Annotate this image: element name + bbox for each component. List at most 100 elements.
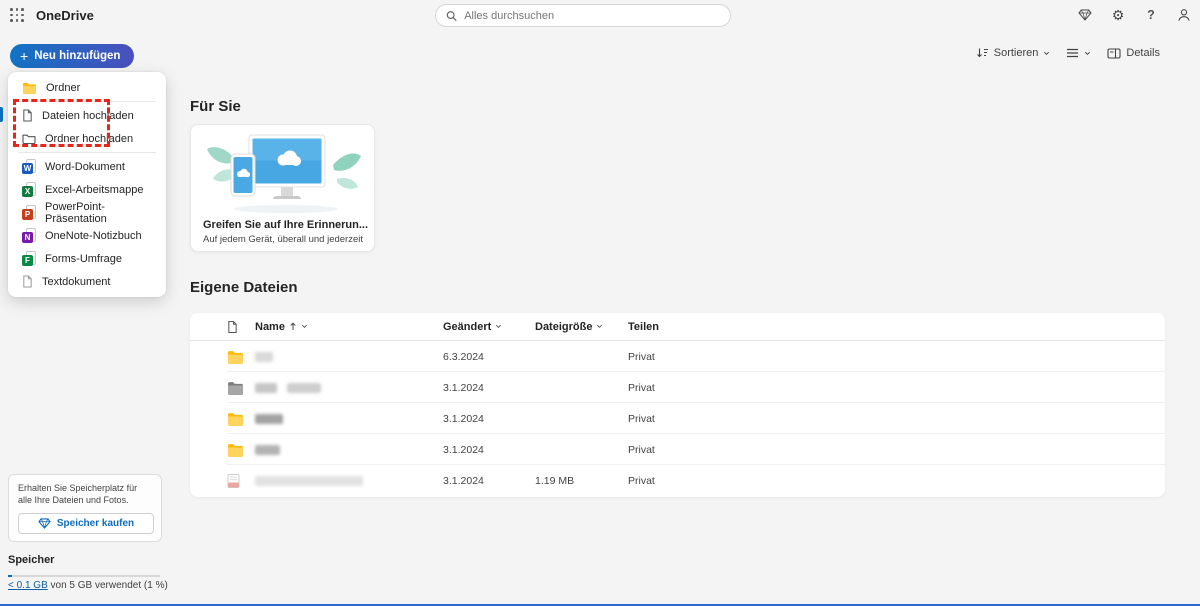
menu-item-word-document[interactable]: W Word-Dokument [8, 155, 166, 178]
column-header-share[interactable]: Teilen [628, 321, 659, 333]
share-status: Privat [628, 412, 655, 425]
menu-item-onenote-notebook[interactable]: N OneNote-Notizbuch [8, 224, 166, 247]
sort-label: Sortieren [993, 47, 1039, 59]
modified-date: 3.1.2024 [443, 443, 484, 456]
file-row[interactable]: 6.3.2024 Privat [190, 341, 1165, 372]
menu-item-text-document[interactable]: Textdokument [8, 270, 166, 293]
sort-icon [976, 48, 988, 58]
column-header-modified[interactable]: Geändert [443, 321, 502, 333]
modified-date: 3.1.2024 [443, 381, 484, 394]
column-header-size[interactable]: Dateigröße [535, 321, 603, 333]
share-status: Privat [628, 475, 655, 487]
help-icon[interactable]: ? [1143, 7, 1159, 23]
powerpoint-icon: P [22, 205, 36, 220]
menu-item-upload-folder[interactable]: Ordner hochladen [8, 127, 166, 150]
share-status: Privat [628, 381, 655, 394]
menu-item-folder[interactable]: Ordner [8, 76, 166, 99]
menu-item-label: Ordner hochladen [45, 132, 134, 145]
list-view-icon [1067, 48, 1079, 58]
folder-upload-icon [22, 134, 36, 144]
app-launcher-icon[interactable] [10, 8, 24, 22]
redacted-file-name [255, 382, 321, 393]
search-input[interactable] [464, 9, 720, 22]
menu-item-label: Excel-Arbeitsmappe [45, 183, 144, 196]
storage-promo-card: Erhalten Sie Speicherplatz für alle Ihre… [8, 474, 162, 542]
storage-progress-bar [8, 575, 160, 577]
menu-item-powerpoint-presentation[interactable]: P PowerPoint-Präsentation [8, 200, 166, 225]
account-icon[interactable] [1176, 7, 1192, 23]
menu-item-label: OneNote-Notizbuch [45, 229, 142, 242]
settings-gear-icon[interactable]: ⚙ [1110, 7, 1126, 23]
menu-item-label: Textdokument [42, 275, 111, 288]
add-new-dropdown-menu: Ordner Dateien hochladen Ordner hochlade… [8, 72, 166, 297]
excel-icon: X [22, 182, 36, 197]
storage-usage-text: < 0.1 GB von 5 GB verwendet (1 %) [8, 580, 168, 591]
chevron-down-icon [301, 324, 307, 329]
files-table-header: Name Geändert Dateigröße Teilen [190, 313, 1165, 341]
sort-button[interactable]: Sortieren [976, 47, 1051, 59]
folder-icon [227, 443, 244, 457]
search-box[interactable] [435, 4, 731, 27]
premium-diamond-icon[interactable] [1077, 7, 1093, 23]
sort-ascending-icon [290, 322, 296, 330]
text-document-icon [23, 275, 32, 288]
folder-icon [227, 381, 244, 395]
onenote-icon: N [22, 228, 36, 243]
app-title: OneDrive [36, 8, 94, 23]
modified-date: 3.1.2024 [443, 412, 484, 425]
chevron-down-icon [597, 324, 603, 329]
storage-usage-link[interactable]: < 0.1 GB [8, 580, 48, 591]
menu-item-label: Forms-Umfrage [45, 252, 123, 265]
devices-cloud-illustration [207, 134, 361, 213]
menu-item-label: Word-Dokument [45, 160, 125, 173]
buy-storage-button[interactable]: Speicher kaufen [18, 513, 154, 535]
premium-diamond-icon [38, 518, 51, 530]
chevron-down-icon [496, 324, 502, 329]
folder-icon [227, 350, 244, 364]
word-icon: W [22, 159, 36, 174]
menu-item-label: Ordner [46, 81, 81, 94]
memories-card[interactable]: Greifen Sie auf Ihre Erinnerun... Auf je… [190, 124, 375, 252]
file-row[interactable]: 3.1.2024 Privat [190, 403, 1165, 434]
storage-promo-text: Erhalten Sie Speicherplatz für alle Ihre… [18, 483, 138, 506]
storage-progress-fill [8, 575, 12, 577]
file-type-column-icon[interactable] [227, 320, 238, 333]
menu-item-excel-workbook[interactable]: X Excel-Arbeitsmappe [8, 178, 166, 201]
modified-date: 3.1.2024 [443, 475, 484, 487]
file-row[interactable]: 3.1.2024 1.19 MB Privat [190, 465, 1165, 497]
memories-card-title: Greifen Sie auf Ihre Erinnerun... [203, 219, 369, 231]
view-options-button[interactable] [1066, 48, 1091, 58]
share-status: Privat [628, 350, 655, 363]
redacted-file-name [255, 351, 273, 362]
my-files-heading: Eigene Dateien [190, 279, 298, 296]
column-header-name[interactable]: Name [255, 321, 308, 333]
forms-icon: F [22, 251, 36, 266]
menu-item-upload-files[interactable]: Dateien hochladen [8, 104, 166, 127]
focus-indicator-bar [0, 107, 3, 122]
menu-item-forms-survey[interactable]: F Forms-Umfrage [8, 247, 166, 270]
plus-icon: + [20, 48, 29, 64]
memories-card-subtitle: Auf jedem Gerät, überall und jederzeit [203, 234, 364, 245]
menu-item-label: PowerPoint-Präsentation [45, 200, 107, 225]
folder-icon [23, 82, 36, 94]
redacted-file-name [255, 476, 363, 486]
files-table: Name Geändert Dateigröße Teilen 6.3.2024… [190, 313, 1165, 497]
file-row[interactable]: 3.1.2024 Privat [190, 372, 1165, 403]
folder-icon [227, 412, 244, 426]
buy-storage-label: Speicher kaufen [56, 518, 135, 530]
modified-date: 6.3.2024 [443, 350, 484, 363]
add-new-button[interactable]: + Neu hinzufügen [10, 44, 135, 68]
redacted-file-name [255, 413, 283, 424]
redacted-file-name [255, 444, 280, 455]
file-size: 1.19 MB [535, 475, 575, 487]
share-status: Privat [628, 443, 655, 456]
details-pane-button[interactable]: Details [1107, 47, 1160, 59]
details-label: Details [1126, 47, 1160, 59]
chevron-down-icon [1085, 51, 1091, 55]
file-row[interactable]: 3.1.2024 Privat [190, 434, 1165, 465]
menu-item-label: Dateien hochladen [42, 109, 134, 122]
add-new-label: Neu hinzufügen [34, 50, 121, 62]
details-pane-icon [1107, 47, 1121, 59]
storage-heading: Speicher [8, 554, 55, 566]
pdf-file-icon [227, 474, 240, 489]
